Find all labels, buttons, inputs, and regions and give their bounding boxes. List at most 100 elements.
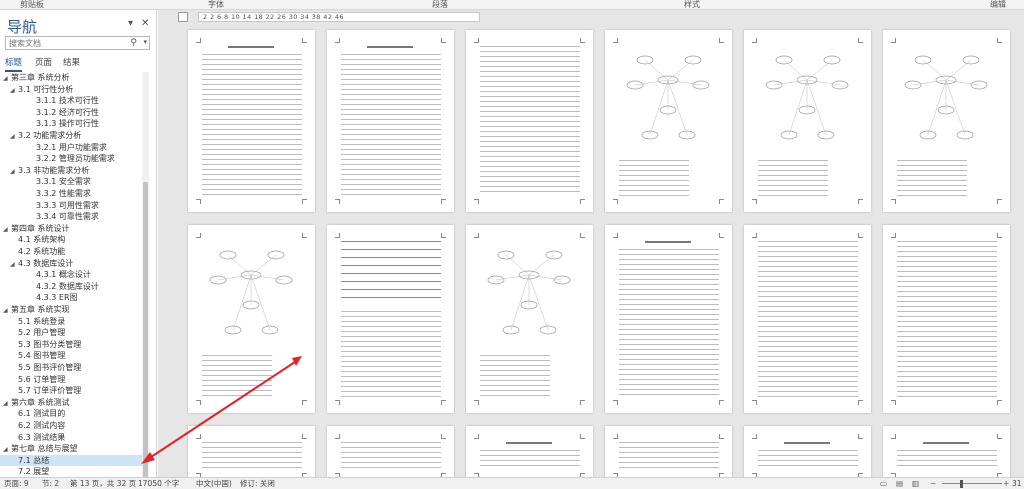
page-text-line [341, 89, 441, 91]
nav-heading-item[interactable]: ◢ 第五章 系统实现 [0, 304, 148, 315]
status-language[interactable]: 中文(中国) [196, 478, 232, 489]
page-thumbnail[interactable] [466, 225, 593, 413]
status-page-of[interactable]: 第 13 页，共 32 页 [70, 478, 136, 489]
page-thumbnail[interactable] [188, 225, 315, 413]
close-icon[interactable]: ✕ [141, 18, 149, 29]
search-icon[interactable]: ⚲ [130, 38, 137, 48]
nav-heading-item[interactable]: 4.3.3 ER图 [0, 292, 148, 303]
search-box[interactable]: ⚲ ▾ [5, 36, 150, 50]
nav-heading-item[interactable]: ◢ 3.1 可行性分析 [0, 84, 148, 95]
nav-heading-item[interactable]: 6.3 测试结果 [0, 432, 148, 443]
page-thumbnail[interactable] [744, 426, 871, 477]
expand-triangle-icon[interactable]: ◢ [10, 259, 18, 270]
page-thumbnail[interactable] [605, 225, 732, 413]
expand-triangle-icon[interactable]: ◢ [10, 166, 18, 177]
print-layout-icon[interactable]: ▤ [896, 478, 903, 489]
nav-heading-item[interactable]: ◢ 第三章 系统分析 [0, 72, 148, 83]
page-thumbnail[interactable] [744, 30, 871, 212]
page-thumbnail[interactable] [883, 30, 1010, 212]
nav-heading-item[interactable]: 3.1.2 经济可行性 [0, 107, 148, 118]
status-word-count[interactable]: 17050 个字 [138, 478, 179, 489]
page-thumbnail[interactable] [883, 225, 1010, 413]
page-text-line [758, 165, 828, 167]
page-text-line [619, 452, 719, 454]
nav-heading-item[interactable]: 5.4 图书管理 [0, 350, 148, 361]
nav-heading-item[interactable]: 6.1 测试目的 [0, 408, 148, 419]
page-text-line [758, 190, 828, 192]
tab-headings[interactable]: 标题 [5, 56, 23, 72]
page-thumbnail[interactable] [605, 30, 732, 212]
crop-mark [613, 233, 618, 238]
nav-heading-item[interactable]: 3.3.3 可用性需求 [0, 200, 148, 211]
status-page[interactable]: 页面: 9 [4, 478, 29, 489]
web-layout-icon[interactable]: ▥ [912, 478, 919, 489]
nav-heading-item[interactable]: 5.1 系统登录 [0, 316, 148, 327]
nav-scrollbar-thumb[interactable] [143, 182, 148, 482]
page-text-line [897, 450, 997, 452]
nav-heading-item[interactable]: 5.6 订单管理 [0, 374, 148, 385]
page-thumbnail[interactable] [188, 426, 315, 477]
nav-heading-item[interactable]: ◢ 第七章 总结与展望 [0, 443, 148, 454]
nav-heading-item[interactable]: 3.1.1 技术可行性 [0, 95, 148, 106]
nav-heading-item[interactable]: ◢ 第六章 系统测试 [0, 397, 148, 408]
zoom-in-icon[interactable]: + [1003, 478, 1009, 489]
page-thumbnail[interactable] [188, 30, 315, 212]
horizontal-ruler[interactable]: 2 2 6 8 10 14 18 22 26 30 34 38 42 46 [198, 12, 480, 22]
expand-triangle-icon[interactable]: ◢ [3, 305, 11, 316]
zoom-level[interactable]: 31 [1012, 478, 1022, 489]
expand-triangle-icon[interactable]: ◢ [10, 85, 18, 96]
page-text-line [619, 160, 689, 162]
page-text-line [341, 311, 441, 313]
page-thumbnail[interactable] [744, 225, 871, 413]
nav-heading-item[interactable]: 5.5 图书评价管理 [0, 362, 148, 373]
search-input[interactable] [6, 37, 116, 49]
nav-heading-item[interactable]: ◢ 3.2 功能需求分析 [0, 130, 148, 141]
nav-heading-item[interactable]: ◢ 第四章 系统设计 [0, 223, 148, 234]
nav-heading-item[interactable]: 4.1 系统架构 [0, 234, 148, 245]
expand-triangle-icon[interactable]: ◢ [10, 131, 18, 142]
zoom-slider[interactable] [942, 483, 1002, 484]
nav-heading-item[interactable]: 5.2 用户管理 [0, 327, 148, 338]
search-dropdown-icon[interactable]: ▾ [143, 38, 147, 46]
page-thumbnail[interactable] [327, 30, 454, 212]
nav-scrollbar[interactable] [142, 72, 149, 482]
status-section[interactable]: 节: 2 [42, 478, 59, 489]
page-thumbnail[interactable] [466, 30, 593, 212]
expand-triangle-icon[interactable]: ◢ [3, 224, 11, 235]
nav-heading-item[interactable]: 3.3.1 安全需求 [0, 176, 148, 187]
expand-triangle-icon[interactable]: ◢ [3, 73, 11, 84]
nav-heading-item[interactable]: 4.2 系统功能 [0, 246, 148, 257]
nav-heading-item[interactable]: 6.2 测试内容 [0, 420, 148, 431]
read-mode-icon[interactable]: ▭ [880, 478, 887, 489]
nav-heading-item[interactable]: 5.3 图书分类管理 [0, 339, 148, 350]
nav-heading-item[interactable]: ◢ 4.3 数据库设计 [0, 258, 148, 269]
nav-heading-item[interactable]: 5.7 订单评价管理 [0, 385, 148, 396]
nav-heading-item[interactable]: 4.3.2 数据库设计 [0, 281, 148, 292]
zoom-out-icon[interactable]: − [930, 478, 936, 489]
crop-mark [752, 434, 757, 439]
nav-heading-item[interactable]: ◢ 3.3 非功能需求分析 [0, 165, 148, 176]
tab-selector[interactable] [178, 12, 188, 22]
nav-heading-item[interactable]: 7.2 展望 [0, 466, 148, 477]
expand-triangle-icon[interactable]: ◢ [3, 398, 11, 409]
nav-heading-item[interactable]: 3.1.3 操作可行性 [0, 118, 148, 129]
nav-heading-item[interactable]: 4.3.1 概念设计 [0, 269, 148, 280]
tab-results[interactable]: 结果 [63, 56, 80, 70]
nav-heading-item[interactable]: 3.3.4 可靠性需求 [0, 211, 148, 222]
page-text-line [202, 154, 302, 156]
nav-heading-item[interactable]: 3.3.2 性能需求 [0, 188, 148, 199]
page-thumbnail[interactable] [327, 225, 454, 413]
status-track-changes[interactable]: 修订: 关闭 [240, 478, 275, 489]
nav-heading-item[interactable]: 3.2.1 用户功能需求 [0, 142, 148, 153]
page-thumbnail[interactable] [327, 426, 454, 477]
document-area[interactable]: 2 2 6 8 10 14 18 22 26 30 34 38 42 46 [158, 10, 1024, 477]
zoom-slider-thumb[interactable] [960, 480, 963, 488]
expand-triangle-icon[interactable]: ◢ [3, 444, 11, 455]
page-thumbnail[interactable] [883, 426, 1010, 477]
nav-heading-item[interactable]: 7.1 总结 [0, 454, 148, 466]
page-thumbnail[interactable] [605, 426, 732, 477]
nav-options-chevron-icon[interactable]: ▾ [128, 18, 133, 29]
page-thumbnail[interactable] [466, 426, 593, 477]
nav-heading-item[interactable]: 3.2.2 管理员功能需求 [0, 153, 148, 164]
tab-pages[interactable]: 页面 [35, 56, 52, 70]
